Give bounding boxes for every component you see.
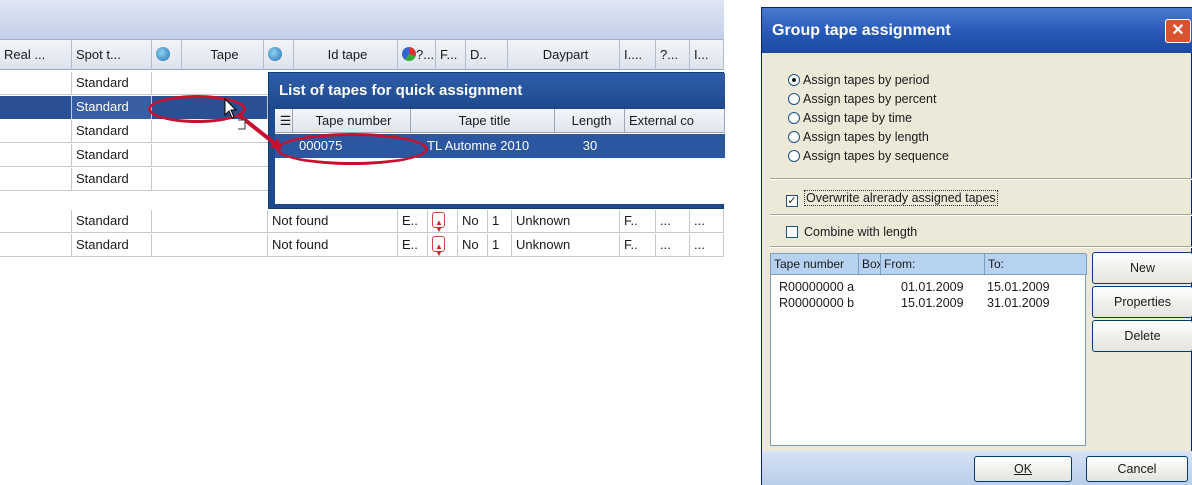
popup-title: List of tapes for quick assignment — [269, 73, 725, 109]
column-header-id-tape[interactable]: Id tape — [294, 40, 398, 70]
radio-assign-by-length[interactable]: Assign tapes by length — [788, 127, 929, 147]
sort-arrows-icon — [432, 212, 445, 233]
dialog-title: Group tape assignment — [762, 8, 1192, 53]
overwrite-checkbox[interactable]: ✓ Overwrite alrerady assigned tapes — [786, 188, 998, 208]
tape-title-cell: TL Automne 2010 — [427, 138, 530, 153]
column-header-tape-icon[interactable] — [152, 40, 182, 70]
cancel-button[interactable]: Cancel — [1086, 456, 1188, 482]
list-row-from: 01.01.2009 — [901, 280, 964, 294]
divider — [770, 178, 1192, 180]
properties-button[interactable]: Properties — [1092, 286, 1192, 318]
close-button[interactable]: ✕ — [1165, 19, 1191, 43]
table-row[interactable]: Standard Not found E.. No 1 Unknown F.. … — [0, 210, 724, 233]
column-header-spot-type[interactable]: Spot t... — [72, 40, 152, 70]
sort-arrows-icon — [432, 236, 445, 257]
column-header-length[interactable]: Length — [555, 109, 625, 133]
spot-type-cell: Standard — [72, 168, 152, 191]
list-row-to: 31.01.2009 — [987, 296, 1050, 310]
connector-arrow — [238, 114, 282, 150]
radio-icon — [788, 131, 800, 143]
radio-assign-by-percent[interactable]: Assign tapes by percent — [788, 89, 936, 109]
chart-column-icon — [402, 47, 416, 61]
list-row-to: 15.01.2009 — [987, 280, 1050, 294]
checkbox-icon — [786, 226, 798, 238]
divider — [770, 214, 1192, 216]
radio-assign-by-period[interactable]: Assign tapes by period — [788, 70, 929, 90]
radio-assign-by-time[interactable]: Assign tape by time — [788, 108, 912, 128]
spot-type-cell: Standard — [72, 96, 152, 119]
length-cell: 30 — [582, 138, 598, 153]
new-button[interactable]: New — [1092, 252, 1192, 284]
column-header-real[interactable]: Real ... — [0, 40, 72, 70]
list-header-to[interactable]: To: — [985, 254, 1087, 275]
column-header-id-icon[interactable] — [264, 40, 294, 70]
grid-toolbar — [0, 0, 724, 40]
column-header-f[interactable]: F... — [436, 40, 466, 70]
dialog-button-bar: OK Cancel — [762, 451, 1192, 485]
tape-status-cell: Not found — [268, 234, 398, 257]
checkbox-checked-icon: ✓ — [786, 195, 798, 207]
list-row-tape-number[interactable]: R00000000 b — [779, 295, 854, 311]
daypart-cell: Unknown — [512, 210, 620, 233]
tape-period-list[interactable]: Tape number Box From: To: R00000000 a 01… — [770, 253, 1087, 446]
column-header-tape[interactable]: Tape — [182, 40, 264, 70]
column-header-i1[interactable]: I.... — [620, 40, 656, 70]
radio-assign-by-sequence[interactable]: Assign tapes by sequence — [788, 146, 949, 166]
highlight-ellipse-tape-number — [276, 133, 428, 165]
radio-icon — [788, 112, 800, 124]
mouse-cursor-icon — [224, 98, 238, 119]
radio-icon — [788, 93, 800, 105]
spot-type-cell: Standard — [72, 210, 152, 233]
column-header-tape-title[interactable]: Tape title — [411, 109, 555, 133]
tape-column-icon — [156, 47, 170, 61]
table-row[interactable]: Standard Not found E.. No 1 Unknown F.. … — [0, 234, 724, 257]
tape-grid: Real ... Spot t... Tape Id tape ?... F..… — [0, 0, 725, 265]
group-tape-assignment-dialog[interactable]: Group tape assignment ✕ Assign tapes by … — [761, 7, 1192, 485]
delete-button[interactable]: Delete — [1092, 320, 1192, 352]
list-header-tape-number[interactable]: Tape number — [771, 254, 859, 275]
divider — [770, 246, 1192, 248]
list-header-box[interactable]: Box — [859, 254, 881, 275]
column-header-tape-number[interactable]: Tape number — [293, 109, 411, 133]
column-header-external-code[interactable]: External co — [625, 109, 725, 133]
spot-type-cell: Standard — [72, 72, 152, 95]
column-header-chart[interactable]: ?... — [398, 40, 436, 70]
spot-type-cell: Standard — [72, 144, 152, 167]
daypart-cell: Unknown — [512, 234, 620, 257]
list-row-from: 15.01.2009 — [901, 296, 964, 310]
column-header-i2[interactable]: ?... — [656, 40, 690, 70]
column-header-d[interactable]: D.. — [466, 40, 508, 70]
column-header-daypart[interactable]: Daypart — [508, 40, 620, 70]
combine-with-length-checkbox[interactable]: Combine with length — [786, 222, 917, 242]
spot-type-cell: Standard — [72, 234, 152, 257]
tape-status-cell: Not found — [268, 210, 398, 233]
radio-selected-icon — [788, 74, 800, 86]
id-tape-column-icon — [268, 47, 282, 61]
column-header-i3[interactable]: I... — [690, 40, 724, 70]
spot-type-cell: Standard — [72, 120, 152, 143]
ok-button[interactable]: OK — [974, 456, 1072, 482]
list-header-from[interactable]: From: — [881, 254, 985, 275]
list-row-tape-number[interactable]: R00000000 a — [779, 279, 854, 295]
radio-icon — [788, 150, 800, 162]
